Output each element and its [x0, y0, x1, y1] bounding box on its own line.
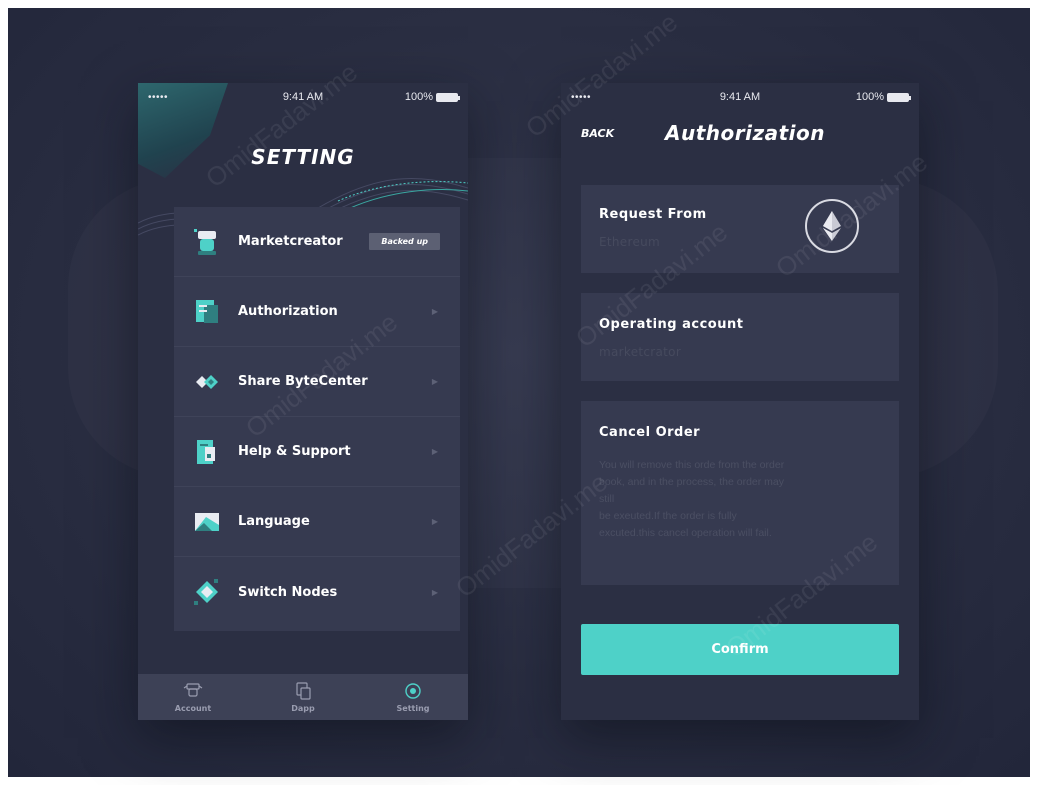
battery-percent: 100%	[404, 91, 433, 103]
language-icon	[195, 512, 219, 531]
menu-item-share-bytecenter[interactable]: Share ByteCenter ▶	[174, 347, 460, 417]
menu-item-help-support[interactable]: Help & Support ▶	[174, 417, 460, 487]
setting-icon	[405, 683, 421, 699]
tab-label: Setting	[396, 704, 430, 713]
tab-account[interactable]: Account	[138, 674, 248, 720]
menu-item-switch-nodes[interactable]: Switch Nodes ▶	[174, 557, 460, 627]
request-from-heading: Request From	[599, 207, 707, 222]
cancel-order-card: Cancel Order You will remove this orde f…	[581, 401, 899, 585]
menu-label: Authorization	[238, 304, 338, 319]
tab-label: Account	[174, 704, 212, 713]
status-bar: ••••• 9:41 AM 100%	[148, 91, 460, 107]
tab-label: Dapp	[291, 704, 315, 713]
settings-screen: ••••• 9:41 AM 100% SETTING Marketcreator…	[138, 83, 468, 720]
ethereum-badge	[805, 199, 859, 253]
authorization-screen: ••••• 9:41 AM 100% BACK Authorization Re…	[561, 83, 919, 720]
chevron-right-icon: ▶	[431, 447, 438, 456]
authorization-icon	[196, 299, 218, 323]
cancel-order-text: You will remove this orde from the order…	[599, 459, 785, 539]
cancel-order-heading: Cancel Order	[599, 425, 701, 440]
request-from-value: Ethereum	[599, 235, 661, 249]
user-avatar-icon	[194, 228, 216, 255]
account-icon	[183, 683, 203, 697]
request-from-card: Request From Ethereum	[581, 185, 899, 273]
battery-icon	[436, 92, 460, 102]
battery-percent: 100%	[855, 91, 884, 103]
chevron-right-icon: ▶	[431, 307, 438, 316]
operating-account-value: marketcrator	[599, 345, 682, 359]
menu-label: Help & Support	[238, 444, 351, 459]
back-button[interactable]: BACK	[581, 127, 614, 140]
tab-dapp[interactable]: Dapp	[248, 674, 358, 720]
menu-label: Marketcreator	[238, 234, 343, 249]
menu-label: Share ByteCenter	[238, 374, 368, 389]
ethereum-icon	[823, 211, 841, 241]
status-bar: ••••• 9:41 AM 100%	[571, 91, 911, 107]
menu-item-authorization[interactable]: Authorization ▶	[174, 277, 460, 347]
menu-label: Switch Nodes	[238, 584, 338, 600]
dapp-icon	[296, 682, 311, 700]
menu-item-marketcreator[interactable]: Marketcreator Backed up	[174, 207, 460, 277]
confirm-button[interactable]: Confirm	[581, 624, 899, 675]
share-icon	[196, 374, 218, 389]
switch-nodes-icon	[194, 579, 218, 605]
menu-item-language[interactable]: Language ▶	[174, 487, 460, 557]
page-title: Authorization	[665, 121, 826, 145]
chevron-right-icon: ▶	[431, 517, 438, 526]
help-icon	[197, 439, 215, 464]
operating-account-card: Operating account marketcrator	[581, 293, 899, 381]
chevron-right-icon: ▶	[431, 377, 438, 386]
tab-bar: Account Dapp Setting	[138, 674, 468, 720]
backed-up-badge: Backed up	[369, 233, 440, 250]
menu-label: Language	[238, 514, 310, 529]
tab-setting[interactable]: Setting	[358, 674, 468, 720]
battery-indicator: 100%	[404, 91, 460, 103]
battery-indicator: 100%	[855, 91, 911, 103]
operating-account-heading: Operating account	[599, 317, 744, 332]
settings-menu: Marketcreator Backed up Authorization ▶ …	[174, 207, 460, 631]
battery-icon	[887, 92, 911, 102]
chevron-right-icon: ▶	[431, 587, 438, 597]
